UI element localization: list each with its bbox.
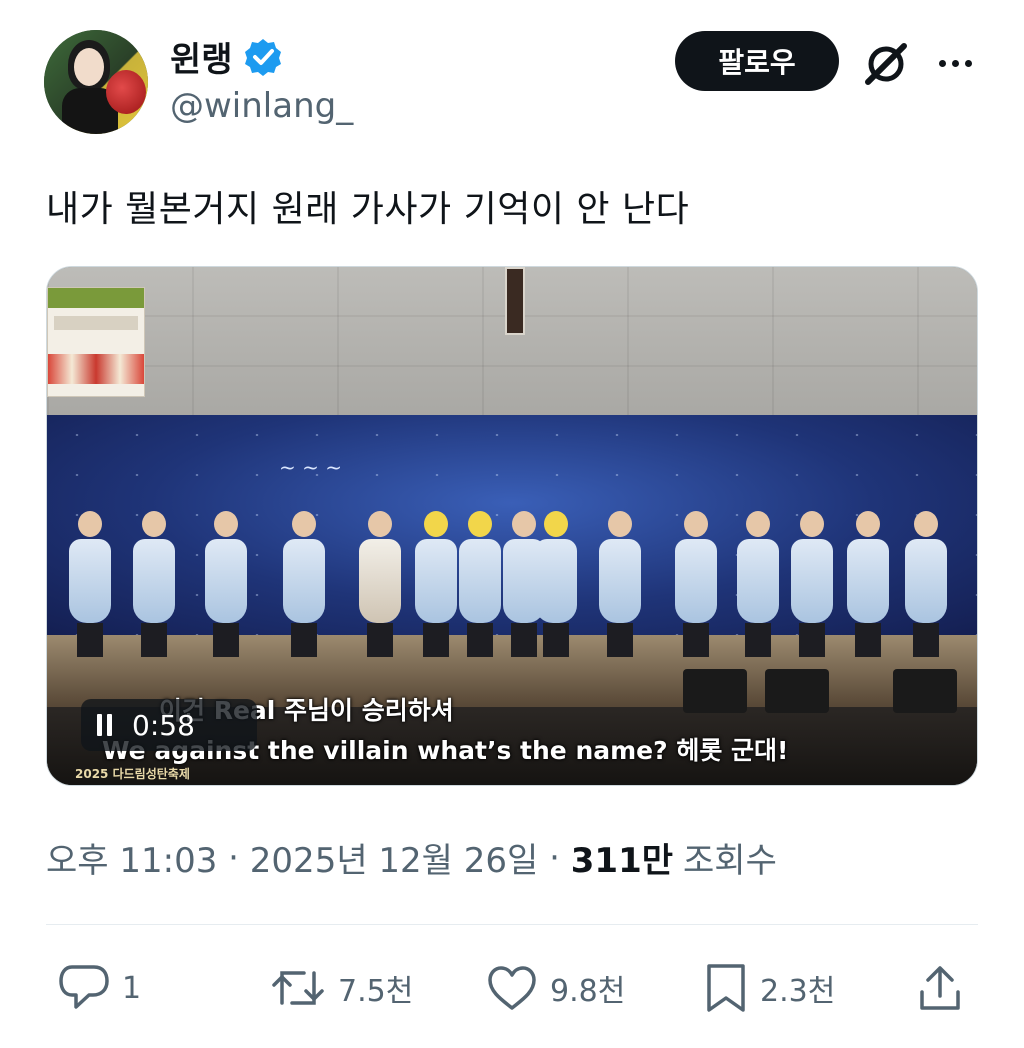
heart-icon — [488, 966, 536, 1010]
video-scene-speaker — [683, 669, 747, 713]
more-dot — [964, 59, 972, 67]
verified-badge-icon — [244, 38, 281, 76]
share-icon — [920, 966, 960, 1010]
meta-separator: · — [217, 837, 250, 878]
bookmark-button[interactable]: 2.3천 — [704, 960, 835, 1016]
video-scene-performer — [133, 511, 175, 657]
tweet-meta: 오후 11:03 · 2025년 12월 26일 · 311만 조회수 — [46, 833, 777, 882]
meta-separator: · — [538, 837, 571, 878]
video-playback-control[interactable]: 0:58 — [81, 699, 257, 751]
tweet-text: 내가 뭘본거지 원래 가사가 기억이 안 난다 — [46, 189, 690, 230]
video-scene-performer — [415, 511, 457, 657]
video-scene-performer — [737, 511, 779, 657]
video-scene-performer — [847, 511, 889, 657]
video-scene-poster — [47, 287, 145, 397]
video-scene-speaker — [893, 669, 957, 713]
video-scene-performer — [675, 511, 717, 657]
video-scene-performer — [535, 511, 577, 657]
like-button[interactable]: 9.8천 — [486, 960, 625, 1016]
divider — [46, 924, 978, 925]
video-scene-performer — [205, 511, 247, 657]
more-dot — [951, 59, 959, 67]
tweet-date[interactable]: 2025년 12월 26일 — [250, 833, 539, 882]
like-count: 9.8천 — [550, 974, 626, 1009]
video-scene-performer — [283, 511, 325, 657]
video-scene-performer — [359, 511, 401, 657]
retweet-count: 7.5천 — [338, 974, 414, 1009]
video-scene-performer — [459, 511, 501, 657]
video-player[interactable]: ~ ~ ~ 이건 Real 주님이 승리하셔 We against the vi… — [46, 266, 978, 786]
views-label: 조회수 — [683, 841, 777, 881]
avatar-rose — [106, 70, 146, 114]
follow-button[interactable]: 팔로우 — [675, 31, 839, 91]
bookmark-count: 2.3천 — [760, 974, 836, 1009]
video-scene-performer — [599, 511, 641, 657]
retweet-icon — [272, 971, 324, 1005]
avatar[interactable] — [44, 30, 148, 134]
avatar-face — [74, 48, 104, 86]
video-time: 0:58 — [132, 708, 195, 742]
video-scene-pillar — [505, 267, 525, 335]
pause-icon[interactable] — [97, 714, 112, 736]
retweet-button[interactable]: 7.5천 — [270, 960, 413, 1016]
author-name-row[interactable]: 윈랭 — [170, 32, 283, 81]
reply-count: 1 — [122, 970, 142, 1006]
video-event-label: 2025 다드림성탄축제 — [75, 767, 190, 781]
video-scene-performer — [69, 511, 111, 657]
reply-icon — [59, 965, 109, 1009]
bookmark-icon — [707, 964, 745, 1012]
share-button[interactable] — [916, 960, 964, 1016]
video-scene-script: ~ ~ ~ — [279, 455, 342, 479]
video-scene-performer — [905, 511, 947, 657]
display-name[interactable]: 윈랭 — [170, 32, 233, 81]
more-icon[interactable] — [930, 40, 980, 86]
video-scene-speaker — [765, 669, 829, 713]
handle[interactable]: @winlang_ — [170, 86, 353, 126]
more-dot — [938, 59, 946, 67]
tweet-time[interactable]: 오후 11:03 — [46, 833, 217, 882]
grok-icon[interactable] — [860, 38, 912, 90]
video-scene-performer — [791, 511, 833, 657]
views-count: 311만 — [570, 841, 674, 881]
reply-button[interactable]: 1 — [58, 960, 141, 1016]
